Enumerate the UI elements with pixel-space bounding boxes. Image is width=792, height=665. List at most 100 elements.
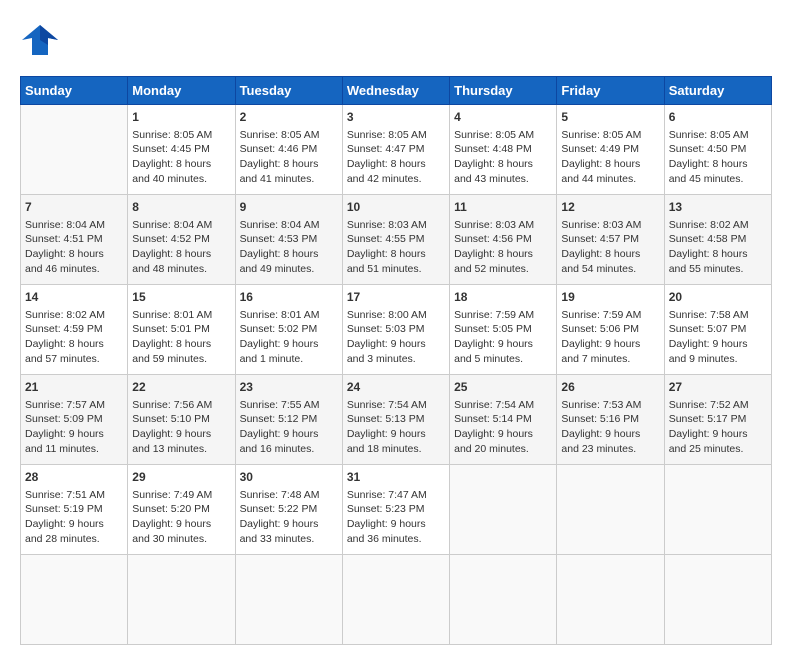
weekday-header-cell: Saturday [664, 77, 771, 105]
day-info-line: and 52 minutes. [454, 262, 552, 277]
calendar-cell [664, 465, 771, 555]
calendar-cell: 19Sunrise: 7:59 AMSunset: 5:06 PMDayligh… [557, 285, 664, 375]
day-info-line: and 28 minutes. [25, 532, 123, 547]
day-number: 13 [669, 199, 767, 216]
day-info-line: Daylight: 9 hours [240, 337, 338, 352]
day-number: 14 [25, 289, 123, 306]
day-info-line: Daylight: 9 hours [132, 427, 230, 442]
day-info-line: and 48 minutes. [132, 262, 230, 277]
calendar-cell: 15Sunrise: 8:01 AMSunset: 5:01 PMDayligh… [128, 285, 235, 375]
calendar-row: 7Sunrise: 8:04 AMSunset: 4:51 PMDaylight… [21, 195, 772, 285]
calendar-cell: 12Sunrise: 8:03 AMSunset: 4:57 PMDayligh… [557, 195, 664, 285]
calendar-cell [450, 555, 557, 645]
day-number: 25 [454, 379, 552, 396]
day-number: 27 [669, 379, 767, 396]
weekday-header-row: SundayMondayTuesdayWednesdayThursdayFrid… [21, 77, 772, 105]
day-number: 18 [454, 289, 552, 306]
day-info-line: Sunset: 5:03 PM [347, 322, 445, 337]
day-info-line: Sunrise: 7:52 AM [669, 398, 767, 413]
day-info-line: and 13 minutes. [132, 442, 230, 457]
calendar-cell: 3Sunrise: 8:05 AMSunset: 4:47 PMDaylight… [342, 105, 449, 195]
day-info-line: Daylight: 9 hours [132, 517, 230, 532]
day-info-line: Sunset: 5:20 PM [132, 502, 230, 517]
calendar-cell [342, 555, 449, 645]
day-info-line: Sunset: 5:05 PM [454, 322, 552, 337]
calendar-cell: 13Sunrise: 8:02 AMSunset: 4:58 PMDayligh… [664, 195, 771, 285]
day-info-line: Daylight: 9 hours [347, 337, 445, 352]
day-info-line: Sunrise: 7:59 AM [561, 308, 659, 323]
day-info-line: Daylight: 8 hours [669, 247, 767, 262]
day-info-line: Sunset: 5:01 PM [132, 322, 230, 337]
day-info-line: Sunrise: 8:05 AM [669, 128, 767, 143]
day-info-line: Sunrise: 8:04 AM [132, 218, 230, 233]
weekday-header-cell: Sunday [21, 77, 128, 105]
calendar-cell: 29Sunrise: 7:49 AMSunset: 5:20 PMDayligh… [128, 465, 235, 555]
calendar-cell: 27Sunrise: 7:52 AMSunset: 5:17 PMDayligh… [664, 375, 771, 465]
day-info-line: and 33 minutes. [240, 532, 338, 547]
day-info-line: and 9 minutes. [669, 352, 767, 367]
calendar-cell: 14Sunrise: 8:02 AMSunset: 4:59 PMDayligh… [21, 285, 128, 375]
calendar-cell: 6Sunrise: 8:05 AMSunset: 4:50 PMDaylight… [664, 105, 771, 195]
day-info-line: Sunset: 5:06 PM [561, 322, 659, 337]
day-info-line: and 59 minutes. [132, 352, 230, 367]
day-info-line: Daylight: 9 hours [454, 337, 552, 352]
day-info-line: Daylight: 9 hours [25, 427, 123, 442]
day-number: 4 [454, 109, 552, 126]
day-info-line: Sunset: 4:46 PM [240, 142, 338, 157]
day-info-line: Sunset: 5:12 PM [240, 412, 338, 427]
day-info-line: Sunrise: 7:57 AM [25, 398, 123, 413]
day-info-line: Sunset: 5:13 PM [347, 412, 445, 427]
day-info-line: Sunset: 5:09 PM [25, 412, 123, 427]
day-info-line: Sunset: 4:45 PM [132, 142, 230, 157]
day-info-line: Sunrise: 8:05 AM [454, 128, 552, 143]
calendar-cell: 31Sunrise: 7:47 AMSunset: 5:23 PMDayligh… [342, 465, 449, 555]
day-info-line: and 1 minute. [240, 352, 338, 367]
day-info-line: Sunset: 5:16 PM [561, 412, 659, 427]
day-info-line: Daylight: 8 hours [240, 157, 338, 172]
calendar-cell: 1Sunrise: 8:05 AMSunset: 4:45 PMDaylight… [128, 105, 235, 195]
day-number: 5 [561, 109, 659, 126]
day-number: 31 [347, 469, 445, 486]
calendar-cell [21, 555, 128, 645]
day-number: 1 [132, 109, 230, 126]
page-header [20, 20, 772, 60]
day-info-line: Sunset: 5:23 PM [347, 502, 445, 517]
calendar-cell: 24Sunrise: 7:54 AMSunset: 5:13 PMDayligh… [342, 375, 449, 465]
day-number: 10 [347, 199, 445, 216]
day-info-line: Sunrise: 7:53 AM [561, 398, 659, 413]
calendar-cell: 4Sunrise: 8:05 AMSunset: 4:48 PMDaylight… [450, 105, 557, 195]
day-info-line: Sunrise: 7:48 AM [240, 488, 338, 503]
day-number: 15 [132, 289, 230, 306]
day-number: 23 [240, 379, 338, 396]
calendar-body: 1Sunrise: 8:05 AMSunset: 4:45 PMDaylight… [21, 105, 772, 645]
day-info-line: Daylight: 9 hours [240, 427, 338, 442]
day-info-line: and 23 minutes. [561, 442, 659, 457]
day-info-line: Daylight: 8 hours [132, 247, 230, 262]
day-info-line: Sunset: 4:55 PM [347, 232, 445, 247]
day-info-line: and 40 minutes. [132, 172, 230, 187]
day-info-line: Sunrise: 8:05 AM [132, 128, 230, 143]
day-info-line: and 43 minutes. [454, 172, 552, 187]
day-info-line: and 51 minutes. [347, 262, 445, 277]
day-number: 28 [25, 469, 123, 486]
calendar-cell: 10Sunrise: 8:03 AMSunset: 4:55 PMDayligh… [342, 195, 449, 285]
day-info-line: Sunset: 5:22 PM [240, 502, 338, 517]
calendar-row: 1Sunrise: 8:05 AMSunset: 4:45 PMDaylight… [21, 105, 772, 195]
calendar-table: SundayMondayTuesdayWednesdayThursdayFrid… [20, 76, 772, 645]
day-info-line: Sunrise: 7:58 AM [669, 308, 767, 323]
day-info-line: Sunrise: 7:59 AM [454, 308, 552, 323]
calendar-cell: 17Sunrise: 8:00 AMSunset: 5:03 PMDayligh… [342, 285, 449, 375]
calendar-cell [235, 555, 342, 645]
day-info-line: and 16 minutes. [240, 442, 338, 457]
calendar-cell: 28Sunrise: 7:51 AMSunset: 5:19 PMDayligh… [21, 465, 128, 555]
calendar-cell [664, 555, 771, 645]
day-number: 26 [561, 379, 659, 396]
calendar-cell [450, 465, 557, 555]
calendar-row: 28Sunrise: 7:51 AMSunset: 5:19 PMDayligh… [21, 465, 772, 555]
calendar-cell: 8Sunrise: 8:04 AMSunset: 4:52 PMDaylight… [128, 195, 235, 285]
day-info-line: Daylight: 8 hours [454, 157, 552, 172]
logo-icon [20, 20, 60, 60]
day-number: 3 [347, 109, 445, 126]
day-info-line: and 11 minutes. [25, 442, 123, 457]
calendar-row: 14Sunrise: 8:02 AMSunset: 4:59 PMDayligh… [21, 285, 772, 375]
